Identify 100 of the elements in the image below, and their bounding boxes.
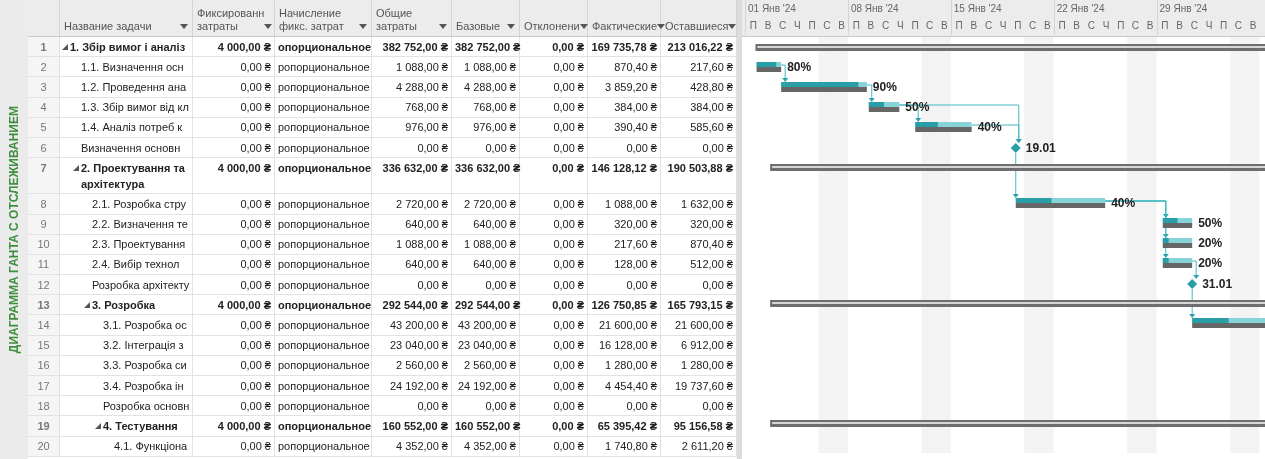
task-name: 3. Розробка bbox=[92, 297, 156, 313]
milestone-date: 31.01 bbox=[1202, 277, 1233, 291]
day-label: С bbox=[1027, 19, 1038, 33]
table-cell: 640,00 ₴ bbox=[372, 214, 452, 234]
table-cell: 384,00 ₴ bbox=[588, 97, 661, 117]
task-bar[interactable] bbox=[915, 122, 972, 132]
table-cell: 0,00 ₴ bbox=[193, 275, 275, 295]
table-cell: 640,00 ₴ bbox=[452, 214, 520, 234]
table-cell: ропорциональное bbox=[275, 315, 372, 335]
table-cell: 0,00 ₴ bbox=[193, 436, 275, 456]
collapse-icon[interactable] bbox=[62, 43, 68, 50]
task-bar[interactable] bbox=[1162, 258, 1193, 268]
table-cell: опорциональное bbox=[275, 158, 372, 194]
task-name: 1. Збір вимог і аналіз bbox=[70, 39, 186, 55]
day-label: П bbox=[1160, 19, 1170, 33]
table-cell: 4 000,00 ₴ bbox=[193, 158, 275, 194]
progress-label: 90% bbox=[872, 80, 897, 94]
day-label: С bbox=[925, 19, 935, 33]
task-bar[interactable] bbox=[1162, 238, 1193, 248]
column-header[interactable]: Фактические bbox=[588, 0, 661, 36]
table-cell: 2 720,00 ₴ bbox=[372, 194, 452, 214]
row-number: 13 bbox=[28, 295, 60, 315]
table-cell: 640,00 ₴ bbox=[452, 254, 520, 275]
collapse-icon[interactable] bbox=[84, 301, 90, 308]
summary-bar[interactable] bbox=[770, 300, 1265, 307]
table-cell: 0,00 ₴ bbox=[452, 396, 520, 416]
day-label: П bbox=[851, 19, 861, 33]
week-label: 29 Янв '24 bbox=[1158, 2, 1209, 16]
column-header[interactable]: Базовые bbox=[452, 0, 520, 36]
table-cell: 24 192,00 ₴ bbox=[372, 376, 452, 396]
task-name: 1.2. Проведення ана bbox=[81, 79, 187, 95]
collapse-icon[interactable] bbox=[95, 422, 101, 429]
summary-bar[interactable] bbox=[770, 164, 1265, 171]
day-label: С bbox=[983, 19, 994, 33]
summary-bar[interactable] bbox=[770, 420, 1265, 427]
day-label: В bbox=[1248, 19, 1258, 33]
dropdown-arrow-icon[interactable] bbox=[657, 24, 666, 29]
column-header[interactable]: Фиксированн затраты bbox=[193, 0, 275, 36]
task-bar[interactable] bbox=[1162, 218, 1193, 228]
table-cell: 2 560,00 ₴ bbox=[372, 355, 452, 375]
task-bar[interactable] bbox=[781, 82, 867, 92]
table-cell: 4 288,00 ₴ bbox=[452, 77, 520, 97]
table-cell: 146 128,12 ₴ bbox=[588, 158, 661, 194]
task-name: 1.3. Збір вимог від кл bbox=[81, 100, 189, 116]
collapse-icon[interactable] bbox=[73, 164, 79, 171]
table-cell: 65 395,42 ₴ bbox=[588, 416, 661, 436]
table-cell: 0,00 ₴ bbox=[520, 295, 588, 315]
column-header[interactable]: Отклонени bbox=[520, 0, 588, 36]
dropdown-arrow-icon[interactable] bbox=[579, 24, 588, 29]
day-label: С bbox=[822, 19, 832, 33]
table-cell: 2 560,00 ₴ bbox=[452, 355, 520, 375]
table-cell: 4 454,40 ₴ bbox=[588, 376, 661, 396]
table-cell: 0,00 ₴ bbox=[520, 254, 588, 275]
day-label: П bbox=[954, 19, 964, 33]
task-name: 3.3. Розробка си bbox=[103, 358, 187, 374]
table-cell: 0,00 ₴ bbox=[520, 37, 588, 57]
dropdown-arrow-icon[interactable] bbox=[728, 24, 737, 29]
row-number: 12 bbox=[28, 275, 60, 295]
table-cell: 0,00 ₴ bbox=[193, 97, 275, 117]
week-label: 15 Янв '24 bbox=[952, 2, 1003, 16]
table-cell: 160 552,00 ₴ bbox=[372, 416, 452, 436]
column-header[interactable]: Начисление фикс. затрат bbox=[275, 0, 372, 36]
table-cell: 126 750,85 ₴ bbox=[588, 295, 661, 315]
table-cell: 390,40 ₴ bbox=[588, 117, 661, 137]
table-cell: 0,00 ₴ bbox=[520, 416, 588, 436]
summary-bar[interactable] bbox=[755, 44, 1265, 51]
table-cell: 320,00 ₴ bbox=[588, 214, 661, 234]
task-bar[interactable] bbox=[868, 102, 900, 112]
table-cell: 0,00 ₴ bbox=[520, 335, 588, 355]
table-cell: 768,00 ₴ bbox=[372, 97, 452, 117]
table-cell: 43 200,00 ₴ bbox=[372, 315, 452, 335]
column-header[interactable]: Общие затраты bbox=[372, 0, 452, 36]
table-cell: 0,00 ₴ bbox=[193, 396, 275, 416]
row-number: 17 bbox=[28, 376, 60, 396]
table-cell: 128,00 ₴ bbox=[588, 254, 661, 275]
column-header[interactable]: Название задачи bbox=[60, 0, 193, 36]
dropdown-arrow-icon[interactable] bbox=[507, 24, 515, 29]
connector-arrow bbox=[866, 84, 875, 102]
task-name: 2.1. Розробка стру bbox=[92, 196, 187, 212]
week-label: 08 Янв '24 bbox=[849, 2, 900, 16]
connector-arrow bbox=[780, 64, 789, 82]
day-label: В bbox=[1042, 19, 1052, 33]
milestone-diamond[interactable] bbox=[1010, 143, 1021, 153]
table-cell: ропорциональное bbox=[275, 376, 372, 396]
dropdown-arrow-icon[interactable] bbox=[180, 24, 188, 29]
table-cell: 169 735,78 ₴ bbox=[588, 37, 661, 57]
dropdown-arrow-icon[interactable] bbox=[359, 24, 367, 29]
task-name: 2.4. Вибір технол bbox=[92, 257, 180, 273]
dropdown-arrow-icon[interactable] bbox=[439, 24, 447, 29]
table-cell: ропорциональное bbox=[275, 254, 372, 275]
task-name: 2.2. Визначення те bbox=[92, 217, 188, 233]
task-bar[interactable] bbox=[1015, 198, 1106, 208]
task-bar[interactable] bbox=[1192, 318, 1265, 328]
table-cell: 4 352,00 ₴ bbox=[372, 436, 452, 456]
dropdown-arrow-icon[interactable] bbox=[264, 24, 273, 29]
table-cell: 0,00 ₴ bbox=[193, 137, 275, 158]
table-cell: 0,00 ₴ bbox=[520, 234, 588, 254]
task-bar[interactable] bbox=[756, 62, 782, 72]
milestone-diamond[interactable] bbox=[1187, 279, 1198, 289]
table-cell: 0,00 ₴ bbox=[193, 194, 275, 214]
